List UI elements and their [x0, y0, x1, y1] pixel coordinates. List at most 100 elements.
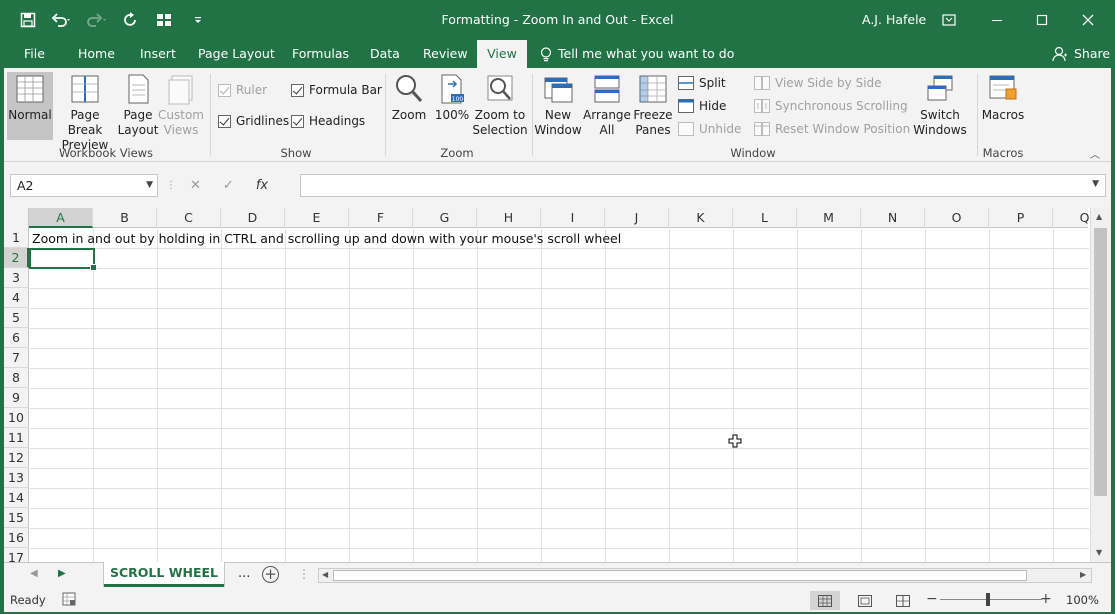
row-header-6[interactable]: 6	[4, 328, 29, 348]
row-header-5[interactable]: 5	[4, 308, 29, 328]
custom-views-button[interactable]: Custom Views	[158, 72, 204, 138]
row-header-3[interactable]: 3	[4, 268, 29, 288]
select-all-corner[interactable]	[4, 208, 29, 228]
cell-gridlines[interactable]	[30, 229, 1089, 562]
worksheet-grid[interactable]: ABCDEFGHIJKLMNOPQ 1 2 3 4 5 6 7 8 9 10 11 12 13 14 15 1…	[4, 208, 1111, 562]
user-name[interactable]: A.J. Hafele	[862, 12, 926, 27]
column-header-d[interactable]: D	[221, 208, 285, 228]
zoom-button[interactable]: Zoom	[391, 72, 427, 123]
maximize-icon[interactable]	[1019, 0, 1065, 40]
row-header-16[interactable]: 16	[4, 528, 29, 548]
prev-sheet-icon[interactable]: ◀	[30, 568, 38, 579]
scroll-right-icon[interactable]: ▶	[1080, 570, 1086, 579]
row-header-12[interactable]: 12	[4, 448, 29, 468]
tab-formulas[interactable]: Formulas	[282, 40, 359, 68]
headings-checkbox[interactable]: Headings	[291, 114, 365, 128]
zoom-100-button[interactable]: 100 100%	[432, 72, 472, 123]
row-header-17[interactable]: 17	[4, 548, 29, 562]
row-header-1[interactable]: 1	[4, 228, 29, 248]
column-header-b[interactable]: B	[93, 208, 157, 228]
column-header-g[interactable]: G	[413, 208, 477, 228]
column-header-h[interactable]: H	[477, 208, 541, 228]
row-header-9[interactable]: 9	[4, 388, 29, 408]
row-header-11[interactable]: 11	[4, 428, 29, 448]
reset-window-position-button[interactable]: Reset Window Position	[754, 122, 910, 136]
column-header-l[interactable]: L	[733, 208, 797, 228]
column-header-f[interactable]: F	[349, 208, 413, 228]
more-sheets-button[interactable]: ...	[238, 566, 250, 581]
row-header-14[interactable]: 14	[4, 488, 29, 508]
tell-me-search[interactable]: Tell me what you want to do	[540, 40, 734, 68]
zoom-slider-thumb[interactable]	[986, 593, 990, 606]
column-header-i[interactable]: I	[541, 208, 605, 228]
next-sheet-icon[interactable]: ▶	[58, 568, 66, 579]
new-sheet-plus-icon[interactable]: +	[262, 566, 279, 583]
tab-data[interactable]: Data	[360, 40, 410, 68]
vertical-scrollbar[interactable]: ▲ ▼	[1090, 208, 1111, 562]
horizontal-scroll-thumb[interactable]	[333, 570, 1027, 581]
insert-function-icon[interactable]: fx	[256, 178, 268, 193]
sheet-tab-scroll-wheel[interactable]: SCROLL WHEEL	[104, 562, 224, 587]
row-header-7[interactable]: 7	[4, 348, 29, 368]
formula-input[interactable]: ▼	[300, 174, 1106, 197]
zoom-percentage[interactable]: 100%	[1066, 593, 1099, 607]
tab-view[interactable]: View	[477, 40, 527, 68]
cancel-icon[interactable]: ✕	[190, 178, 201, 193]
chevron-down-icon[interactable]: ▼	[146, 175, 153, 196]
minimize-icon[interactable]	[974, 0, 1020, 40]
page-layout-status-button[interactable]	[850, 591, 880, 610]
zoom-to-selection-button[interactable]: Zoom to Selection	[472, 72, 528, 138]
column-header-o[interactable]: O	[925, 208, 989, 228]
name-box[interactable]: A2 ▼	[10, 174, 158, 197]
ribbon-display-options-icon[interactable]	[926, 0, 972, 40]
column-header-a[interactable]: A	[29, 208, 93, 228]
column-header-p[interactable]: P	[989, 208, 1053, 228]
column-header-k[interactable]: K	[669, 208, 733, 228]
column-header-c[interactable]: C	[157, 208, 221, 228]
zoom-in-icon[interactable]: +	[1040, 591, 1052, 607]
active-cell-a2[interactable]	[29, 248, 97, 271]
page-break-preview-button[interactable]: Page Break Preview	[54, 72, 116, 153]
macro-record-icon[interactable]	[62, 592, 76, 609]
arrange-all-button[interactable]: Arrange All	[583, 72, 631, 138]
normal-view-button[interactable]: Normal	[7, 72, 53, 140]
scroll-left-icon[interactable]: ◀	[322, 570, 328, 579]
share-button[interactable]: Share	[1052, 40, 1110, 68]
page-break-status-button[interactable]	[888, 591, 918, 610]
expand-formula-bar-icon[interactable]: ▼	[1092, 179, 1099, 189]
row-header-8[interactable]: 8	[4, 368, 29, 388]
gridlines-checkbox[interactable]: Gridlines	[218, 114, 289, 128]
new-window-button[interactable]: New Window	[534, 72, 582, 138]
zoom-out-icon[interactable]: −	[926, 591, 938, 607]
tab-insert[interactable]: Insert	[130, 40, 186, 68]
close-icon[interactable]	[1065, 0, 1111, 40]
macros-button[interactable]: Macros	[980, 72, 1026, 123]
switch-windows-button[interactable]: Switch Windows	[908, 72, 972, 138]
normal-view-status-button[interactable]	[810, 591, 840, 610]
row-header-4[interactable]: 4	[4, 288, 29, 308]
horizontal-scrollbar[interactable]: ◀ ▶	[318, 568, 1092, 583]
cell-a1[interactable]: Zoom in and out by holding in CTRL and s…	[32, 229, 621, 249]
row-header-2[interactable]: 2	[4, 248, 29, 268]
scroll-down-icon[interactable]: ▼	[1096, 548, 1102, 557]
split-button[interactable]: Split	[678, 76, 726, 90]
column-header-e[interactable]: E	[285, 208, 349, 228]
formula-bar-checkbox[interactable]: Formula Bar	[291, 83, 382, 97]
column-header-j[interactable]: J	[605, 208, 669, 228]
tab-review[interactable]: Review	[413, 40, 478, 68]
hide-button[interactable]: Hide	[678, 99, 726, 113]
split-handle-icon[interactable]: ⋮	[298, 567, 310, 581]
ruler-checkbox[interactable]: Ruler	[218, 83, 267, 97]
collapse-ribbon-icon[interactable]: ︿	[1090, 146, 1100, 161]
unhide-button[interactable]: Unhide	[678, 122, 741, 136]
tab-page-layout[interactable]: Page Layout	[188, 40, 285, 68]
tab-home[interactable]: Home	[68, 40, 125, 68]
freeze-panes-button[interactable]: Freeze Panes	[632, 72, 674, 138]
row-header-10[interactable]: 10	[4, 408, 29, 428]
zoom-slider[interactable]	[940, 599, 1042, 600]
view-side-by-side-button[interactable]: View Side by Side	[754, 76, 882, 90]
row-header-13[interactable]: 13	[4, 468, 29, 488]
synchronous-scrolling-button[interactable]: Synchronous Scrolling	[754, 99, 908, 113]
vertical-scroll-thumb[interactable]	[1094, 228, 1107, 496]
enter-icon[interactable]: ✓	[223, 178, 234, 193]
